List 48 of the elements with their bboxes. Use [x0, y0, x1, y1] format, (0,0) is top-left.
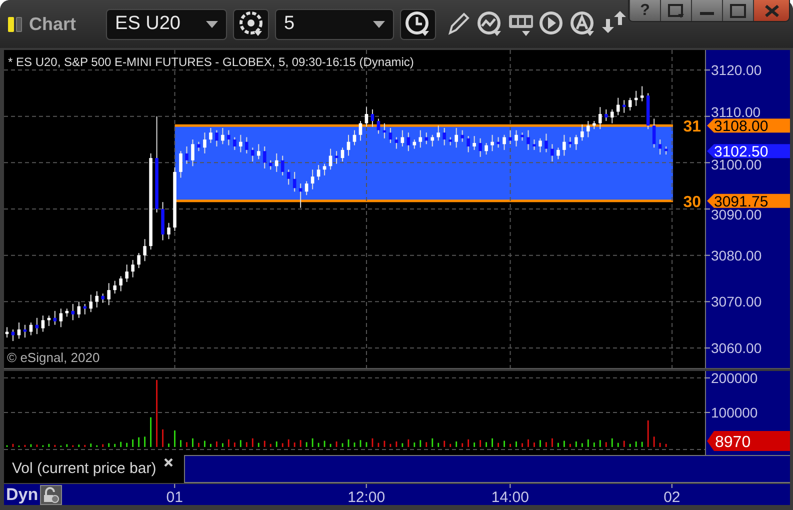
band-label: 31 — [683, 118, 701, 136]
remove-study-button[interactable] — [162, 458, 176, 467]
caret-icon — [206, 20, 218, 28]
study-label: Vol (current price bar) — [12, 458, 156, 479]
lock-button[interactable] — [40, 484, 62, 504]
time-label: 12:00 — [348, 489, 386, 505]
alert-icon — [570, 11, 596, 37]
dropdown[interactable]: 5 — [275, 8, 394, 40]
dropdown[interactable]: ES U20 — [106, 8, 228, 40]
axis-label: 3080.00 — [711, 247, 762, 264]
help-button[interactable]: ? — [629, 0, 660, 21]
gear-icon — [238, 11, 264, 37]
minimize-icon — [700, 12, 714, 15]
band-label: 30 — [683, 194, 701, 211]
price-tag: 3108.00 — [707, 118, 790, 136]
line-chart-icon — [476, 11, 503, 37]
caret-icon — [373, 20, 386, 28]
minimize-button[interactable] — [691, 0, 722, 21]
layout-icon — [667, 2, 685, 18]
close-button[interactable] — [753, 0, 789, 21]
price-tag: 3102.50 — [707, 144, 790, 161]
axis-label: 200000 — [711, 371, 758, 386]
scale-mode-label: Dyn — [5, 484, 40, 506]
clock-icon — [405, 11, 432, 37]
chart-legend: * ES U20, S&P 500 E-MINI FUTURES - GLOBEX, 5, 09:30-16:15 (Dynamic) — [8, 55, 414, 69]
window-title: Chart — [29, 12, 76, 36]
close-icon — [164, 458, 174, 467]
axis-label: 100000 — [711, 404, 758, 420]
maximize-button[interactable] — [722, 0, 753, 21]
play-icon — [538, 11, 565, 37]
maximize-icon — [730, 4, 746, 18]
time-label: 02 — [664, 489, 680, 505]
time-label: 14:00 — [492, 489, 530, 505]
settings-button[interactable] — [233, 8, 270, 40]
axis-label: 3070.00 — [711, 294, 762, 310]
pencil-icon — [446, 11, 472, 37]
axis-label: 3060.00 — [711, 340, 762, 356]
axis-label: 3120.00 — [711, 62, 762, 78]
layout-button[interactable] — [660, 0, 691, 21]
price-tag: 8970 — [707, 431, 790, 451]
axis-label: 3110.00 — [711, 104, 761, 120]
lock-icon — [43, 486, 60, 502]
window-indicator-icon — [8, 16, 23, 32]
arrows-icon — [600, 11, 627, 33]
interval-button[interactable] — [400, 8, 436, 40]
time-label: 01 — [166, 489, 184, 505]
close-icon — [764, 4, 780, 18]
copyright-text: © eSignal, 2020 — [7, 350, 100, 365]
